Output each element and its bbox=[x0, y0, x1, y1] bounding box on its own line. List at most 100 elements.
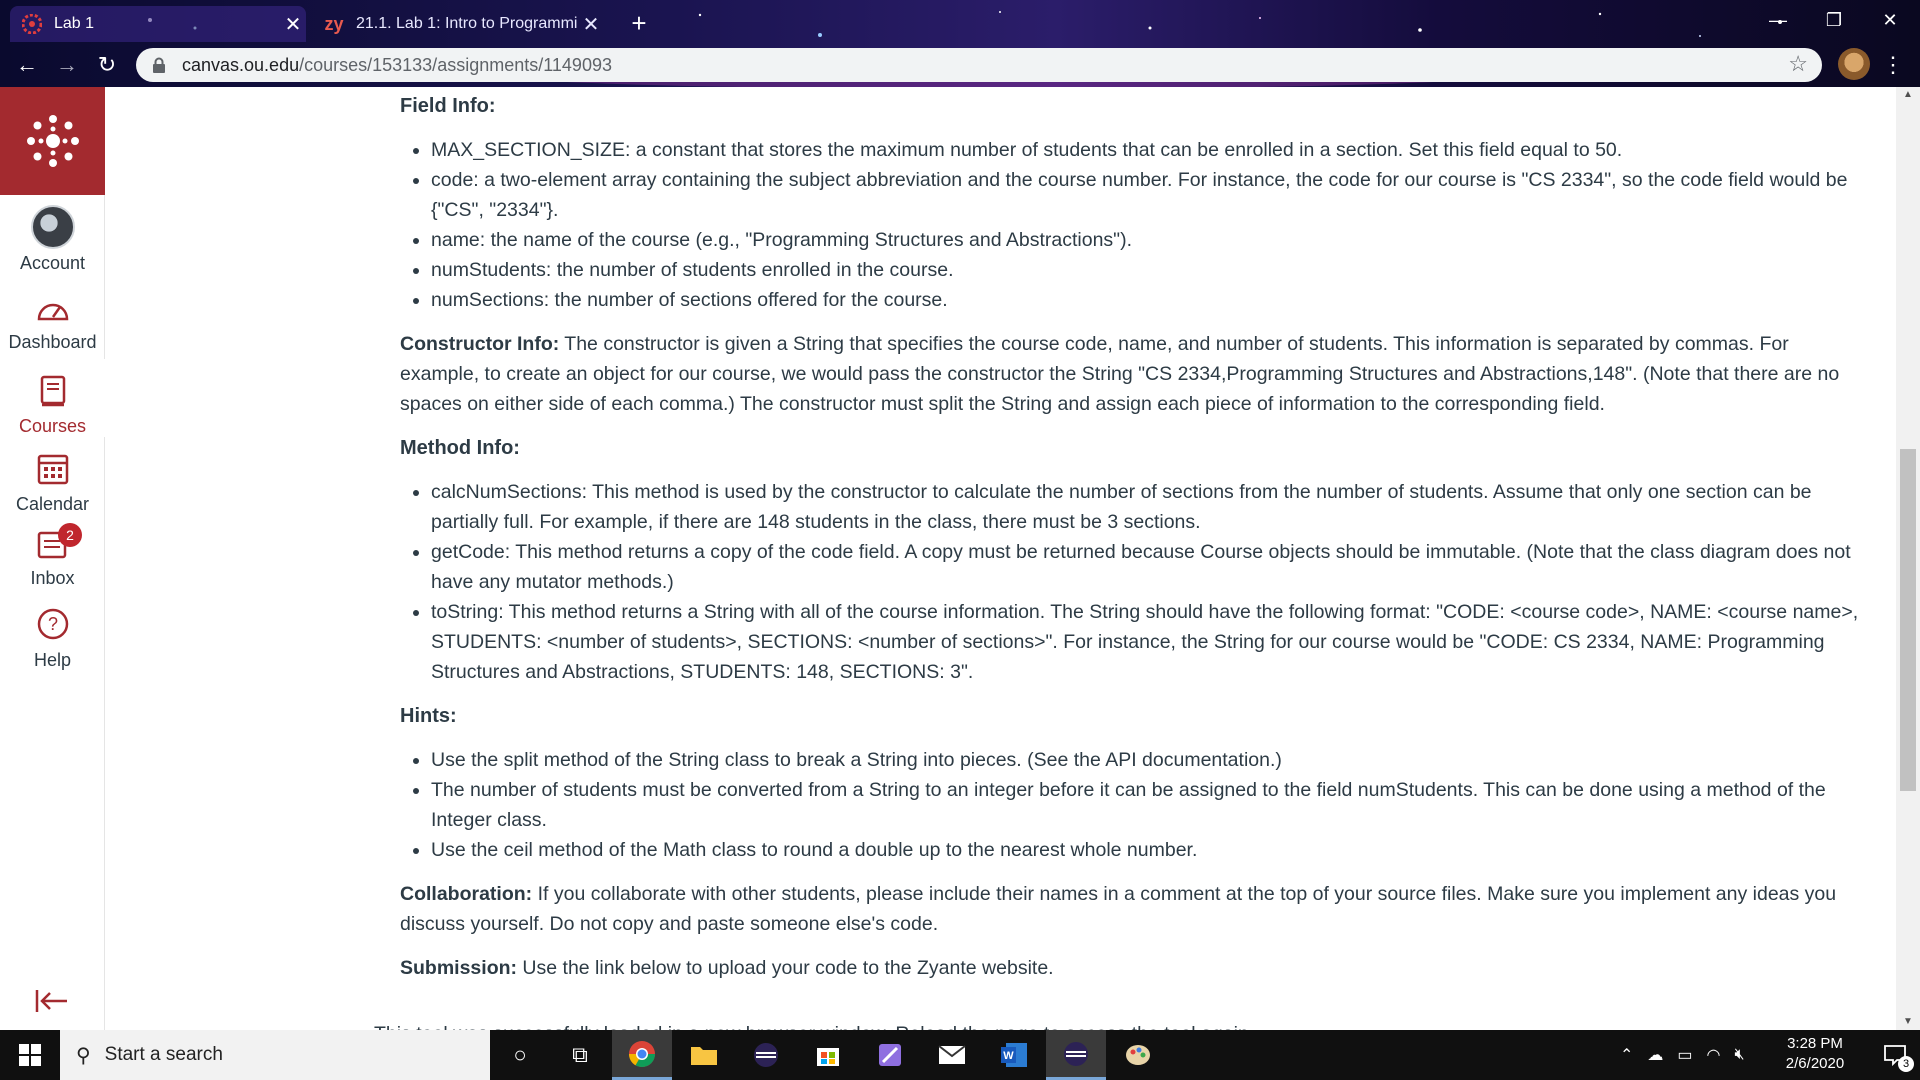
forward-button[interactable]: → bbox=[52, 50, 82, 80]
browser-menu-icon[interactable]: ⋮ bbox=[1882, 50, 1904, 80]
list-item: numStudents: the number of students enro… bbox=[431, 255, 1860, 285]
field-info-list: MAX_SECTION_SIZE: a constant that stores… bbox=[400, 135, 1860, 315]
action-center-icon[interactable]: 3 bbox=[1870, 1030, 1920, 1080]
inbox-unread-badge: 2 bbox=[58, 523, 82, 547]
paint-icon[interactable] bbox=[1108, 1030, 1168, 1080]
search-placeholder: Start a search bbox=[104, 1044, 223, 1065]
svg-text:W: W bbox=[1003, 1050, 1014, 1062]
scrollbar-thumb[interactable] bbox=[1900, 449, 1916, 791]
tab-zybooks-lab[interactable]: zy 21.1. Lab 1: Intro to Programming ✕ bbox=[314, 6, 604, 42]
reload-button[interactable]: ↻ bbox=[92, 50, 122, 80]
scroll-down-arrow-icon[interactable]: ▼ bbox=[1896, 1014, 1920, 1030]
minimize-button[interactable]: — bbox=[1750, 0, 1806, 40]
list-item: The number of students must be converted… bbox=[431, 775, 1860, 835]
windows-taskbar: ⚲ Start a search ○ ⧉ W ⌃ ☁ ▭ ◠ 🔇︎ 3:28 P… bbox=[0, 1030, 1920, 1080]
tab-title: 21.1. Lab 1: Intro to Programming bbox=[356, 15, 578, 32]
profile-avatar[interactable] bbox=[1838, 48, 1870, 80]
file-explorer-icon[interactable] bbox=[674, 1030, 734, 1080]
clock-date: 2/6/2020 bbox=[1785, 1055, 1845, 1072]
list-item: numSections: the number of sections offe… bbox=[431, 285, 1860, 315]
browser-chrome: Lab 1 ✕ zy 21.1. Lab 1: Intro to Program… bbox=[0, 0, 1920, 87]
nav-account[interactable]: Account bbox=[0, 205, 105, 274]
list-item: getCode: This method returns a copy of t… bbox=[431, 537, 1860, 597]
tool-loaded-message: This tool was successfully loaded in a n… bbox=[374, 1019, 1254, 1030]
volume-muted-icon[interactable]: 🔇︎ bbox=[1735, 1046, 1745, 1064]
taskbar-clock[interactable]: 3:28 PM 2/6/2020 bbox=[1770, 1034, 1860, 1074]
bookmark-star-icon[interactable]: ☆ bbox=[1788, 51, 1808, 77]
cortana-icon[interactable]: ○ bbox=[490, 1030, 550, 1080]
paint-3d-icon[interactable] bbox=[860, 1030, 920, 1080]
submission-text: Use the link below to upload your code t… bbox=[517, 957, 1054, 979]
nav-label: Help bbox=[33, 650, 72, 670]
onedrive-cloud-icon[interactable]: ☁ bbox=[1647, 1045, 1663, 1065]
svg-text:?: ? bbox=[47, 614, 57, 634]
url-host: canvas.ou.edu bbox=[182, 54, 300, 75]
lock-icon bbox=[153, 57, 165, 73]
canvas-logo[interactable] bbox=[0, 87, 105, 195]
list-item: calcNumSections: This method is used by … bbox=[431, 477, 1860, 537]
nav-help[interactable]: ? Help bbox=[0, 607, 105, 671]
close-window-button[interactable]: ✕ bbox=[1862, 0, 1918, 40]
submission-paragraph: Submission: Use the link below to upload… bbox=[400, 953, 1860, 983]
hints-heading: Hints: bbox=[400, 705, 457, 727]
url-text: canvas.ou.edu/courses/153133/assignments… bbox=[182, 55, 612, 76]
submission-label: Submission: bbox=[400, 957, 518, 979]
account-avatar bbox=[30, 205, 75, 249]
browser-toolbar: ← → ↻ canvas.ou.edu/courses/153133/assig… bbox=[0, 42, 1920, 87]
tab-title: Lab 1 bbox=[54, 15, 95, 32]
constructor-info-label: Constructor Info: bbox=[400, 333, 560, 355]
assignment-description: Field Info: MAX_SECTION_SIZE: a constant… bbox=[400, 91, 1860, 983]
restore-button[interactable]: ❐ bbox=[1806, 0, 1862, 40]
taskbar-search-box[interactable]: ⚲ Start a search bbox=[60, 1030, 490, 1080]
help-question-icon: ? bbox=[37, 608, 68, 640]
method-info-heading: Method Info: bbox=[400, 437, 520, 459]
collaboration-label: Collaboration: bbox=[400, 883, 533, 905]
hints-list: Use the split method of the String class… bbox=[400, 745, 1860, 865]
task-view-icon[interactable]: ⧉ bbox=[550, 1030, 610, 1080]
page-scrollbar[interactable]: ▲ ▼ bbox=[1896, 87, 1920, 1030]
collapse-nav-icon[interactable] bbox=[34, 986, 70, 1016]
wifi-icon[interactable]: ◠ bbox=[1707, 1045, 1721, 1065]
nav-calendar[interactable]: Calendar bbox=[0, 451, 105, 515]
canvas-favicon-icon bbox=[22, 14, 42, 34]
constructor-info-text: The constructor is given a String that s… bbox=[400, 333, 1840, 415]
eclipse-running-icon[interactable] bbox=[1046, 1030, 1106, 1080]
canvas-logo-icon bbox=[26, 115, 79, 167]
start-button[interactable] bbox=[0, 1030, 60, 1080]
dashboard-icon bbox=[37, 303, 68, 321]
nav-inbox[interactable]: 2 Inbox bbox=[0, 523, 105, 589]
nav-courses[interactable]: Courses bbox=[0, 359, 105, 437]
battery-icon[interactable]: ▭ bbox=[1677, 1045, 1692, 1065]
list-item: toString: This method returns a String w… bbox=[431, 597, 1860, 687]
collaboration-text: If you collaborate with other students, … bbox=[400, 883, 1837, 935]
back-button[interactable]: ← bbox=[12, 50, 42, 80]
notification-count-badge: 3 bbox=[1898, 1056, 1914, 1072]
show-hidden-icons-icon[interactable]: ⌃ bbox=[1620, 1045, 1633, 1065]
mail-icon[interactable] bbox=[922, 1030, 982, 1080]
close-tab-icon[interactable]: ✕ bbox=[280, 12, 306, 37]
list-item: Use the split method of the String class… bbox=[431, 745, 1860, 775]
list-item: code: a two-element array containing the… bbox=[431, 165, 1860, 225]
nav-label: Calendar bbox=[15, 494, 90, 514]
close-tab-icon[interactable]: ✕ bbox=[578, 12, 604, 37]
global-navigation: Account Dashboard Courses Calendar 2 Inb… bbox=[0, 87, 105, 1030]
list-item: MAX_SECTION_SIZE: a constant that stores… bbox=[431, 135, 1860, 165]
chrome-taskbar-icon[interactable] bbox=[612, 1030, 672, 1080]
clock-time: 3:28 PM bbox=[1787, 1035, 1843, 1052]
assignment-content: Field Info: MAX_SECTION_SIZE: a constant… bbox=[106, 87, 1896, 1030]
zybooks-favicon-icon: zy bbox=[324, 13, 344, 34]
eclipse-icon[interactable] bbox=[736, 1030, 796, 1080]
field-info-heading: Field Info: bbox=[400, 95, 496, 117]
nav-dashboard[interactable]: Dashboard bbox=[0, 297, 105, 353]
collaboration-paragraph: Collaboration: If you collaborate with o… bbox=[400, 879, 1860, 939]
new-tab-button[interactable]: + bbox=[624, 8, 654, 38]
nav-label: Inbox bbox=[30, 568, 75, 588]
tab-lab-1[interactable]: Lab 1 ✕ bbox=[10, 6, 306, 42]
windows-logo-icon bbox=[19, 1044, 41, 1066]
address-bar[interactable]: canvas.ou.edu/courses/153133/assignments… bbox=[136, 48, 1822, 82]
list-item: Use the ceil method of the Math class to… bbox=[431, 835, 1860, 865]
word-icon[interactable]: W bbox=[984, 1030, 1044, 1080]
scroll-up-arrow-icon[interactable]: ▲ bbox=[1896, 87, 1920, 103]
store-icon[interactable] bbox=[798, 1030, 858, 1080]
method-info-list: calcNumSections: This method is used by … bbox=[400, 477, 1860, 687]
